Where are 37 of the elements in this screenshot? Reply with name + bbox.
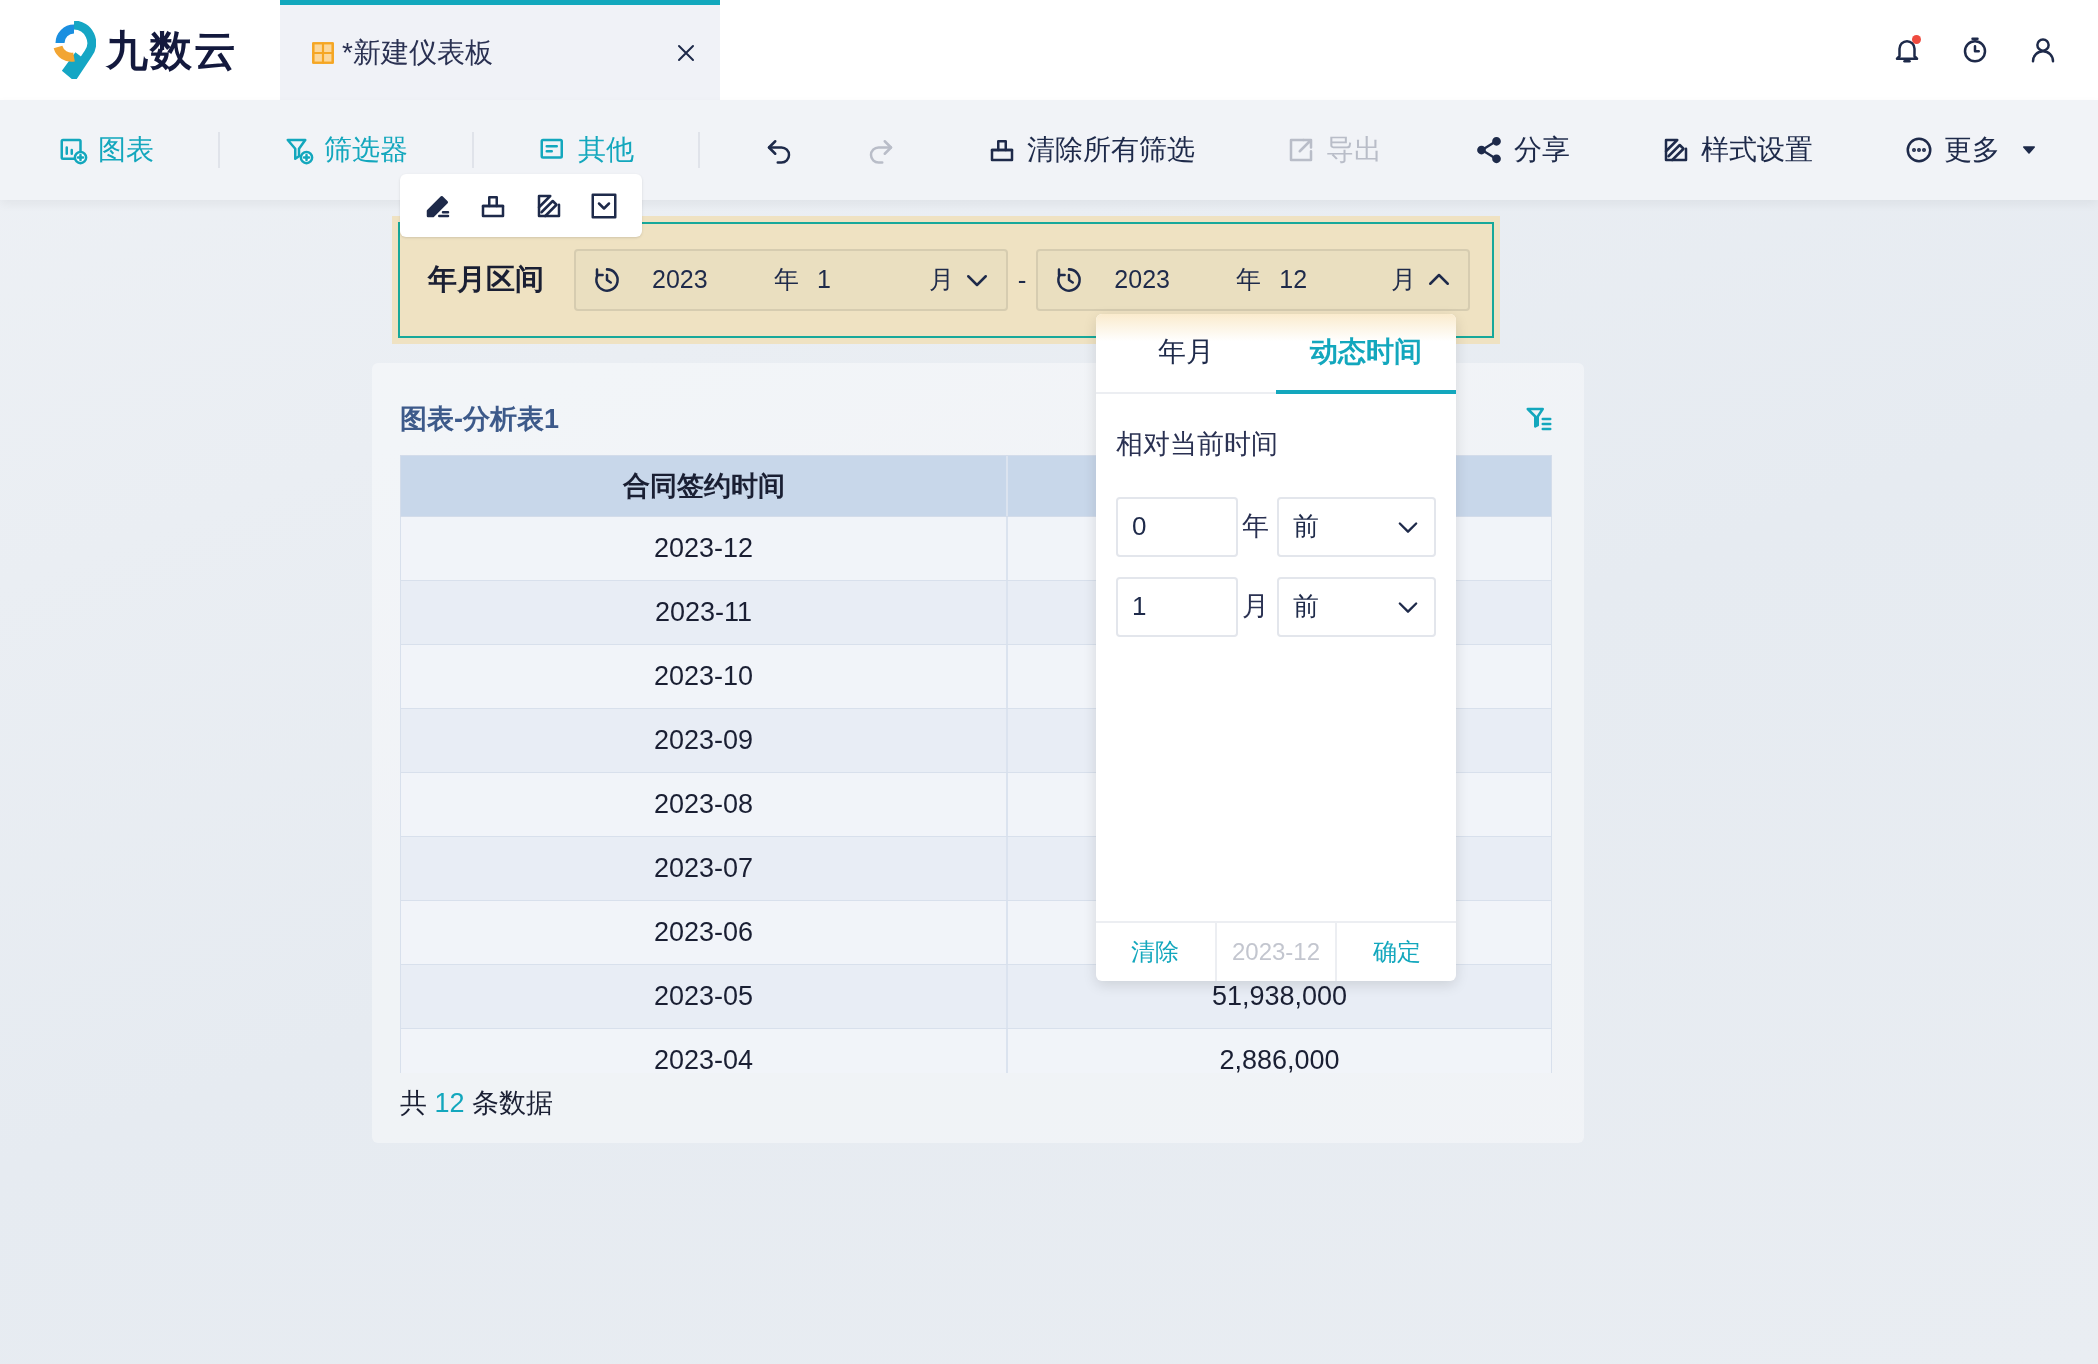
month-value: 12 bbox=[1279, 264, 1309, 296]
year-unit: 年 bbox=[1236, 264, 1262, 296]
month-value: 1 bbox=[817, 264, 832, 296]
picker-tab[interactable]: 年月 bbox=[1096, 314, 1276, 394]
section-label: 相对当前时间 bbox=[1116, 428, 1279, 461]
current-value: 2023-12 bbox=[1214, 923, 1338, 981]
filter-label: 年月区间 bbox=[428, 262, 544, 298]
unit-label: 月 bbox=[1242, 590, 1269, 624]
logo-icon bbox=[52, 21, 96, 79]
history-icon bbox=[592, 265, 622, 295]
tab-label: *新建仪表板 bbox=[342, 35, 494, 70]
year-value: 2023 bbox=[652, 264, 709, 296]
table-cell: 2023-04 bbox=[401, 1029, 1008, 1073]
style-button[interactable]: 样式设置 bbox=[1652, 125, 1821, 175]
direction-select[interactable]: 前 bbox=[1277, 496, 1436, 557]
month-unit: 月 bbox=[1391, 264, 1416, 296]
record-count: 共 12 条数据 bbox=[400, 1087, 555, 1120]
table-cell-text: 51,938,000 bbox=[1210, 980, 1349, 1014]
range-separator: - bbox=[1017, 263, 1027, 297]
year-value: 2023 bbox=[1114, 264, 1171, 296]
number-input-field[interactable]: 0 bbox=[1116, 496, 1238, 557]
dashboard-tab[interactable]: *新建仪表板 bbox=[280, 0, 720, 100]
month-picker-field[interactable]: 2023 年 1 月 bbox=[574, 249, 1008, 311]
month-unit: 月 bbox=[928, 264, 954, 296]
more-icon bbox=[1904, 135, 1934, 165]
number-input-field[interactable]: 1 bbox=[1116, 576, 1238, 637]
dashboard-icon bbox=[310, 39, 336, 66]
month-picker-field[interactable]: 2023 年 12 月 bbox=[1036, 249, 1470, 311]
share-button[interactable]: 分享 bbox=[1465, 125, 1578, 175]
year-unit: 年 bbox=[774, 264, 799, 296]
clear-button[interactable]: 清除所有筛选 bbox=[979, 125, 1204, 175]
more-button[interactable]: 更多 bbox=[1896, 125, 2046, 175]
unit-label: 年 bbox=[1242, 510, 1269, 544]
direction-select[interactable]: 前 bbox=[1277, 576, 1436, 637]
table-cell-text: 2,886,000 bbox=[1218, 1044, 1341, 1073]
card-title: 图表-分析表1 bbox=[400, 402, 559, 436]
logo-text: 九数云 bbox=[106, 25, 238, 76]
